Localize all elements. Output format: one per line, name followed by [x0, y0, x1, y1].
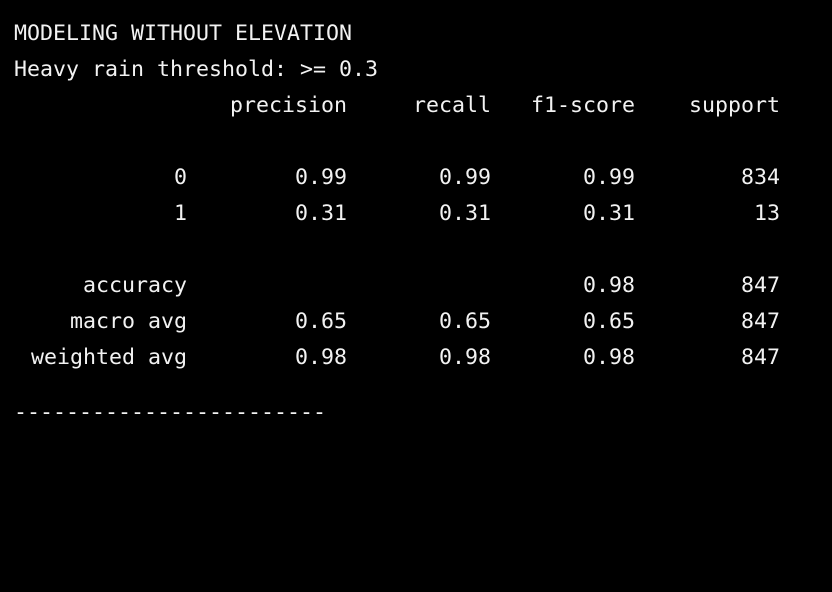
row-precision: 0.98	[294, 345, 347, 370]
row-label: weighted avg	[30, 345, 187, 370]
report-row-macro-avg: macro avg 0.65 0.65 0.65 847	[14, 304, 824, 340]
row-recall: 0.99	[438, 165, 491, 190]
row-f1-score: 0.98	[582, 273, 635, 298]
report-header-row: precision recall f1-score support	[14, 88, 824, 124]
row-recall: 0.98	[438, 345, 491, 370]
row-precision: 0.31	[294, 201, 347, 226]
row-precision: 0.65	[294, 309, 347, 334]
terminal-output: MODELING WITHOUT ELEVATION Heavy rain th…	[14, 16, 824, 428]
header-recall: recall	[412, 93, 491, 118]
row-support: 847	[740, 309, 780, 334]
header-f1-score: f1-score	[530, 93, 635, 118]
row-support: 13	[753, 201, 780, 226]
row-label: 1	[173, 201, 187, 226]
row-f1-score: 0.65	[582, 309, 635, 334]
threshold-line: Heavy rain threshold: >= 0.3	[14, 57, 379, 82]
row-support: 847	[740, 273, 780, 298]
row-support: 834	[740, 165, 780, 190]
report-row-class-0: 0 0.99 0.99 0.99 834	[14, 160, 824, 196]
row-f1-score: 0.98	[582, 345, 635, 370]
row-recall: 0.65	[438, 309, 491, 334]
row-f1-score: 0.31	[582, 201, 635, 226]
row-f1-score: 0.99	[582, 165, 635, 190]
report-row-class-1: 1 0.31 0.31 0.31 13	[14, 196, 824, 232]
row-recall: 0.31	[438, 201, 491, 226]
row-support: 847	[740, 345, 780, 370]
report-row-accuracy: accuracy 0.98 847	[14, 268, 824, 304]
row-precision: 0.99	[294, 165, 347, 190]
row-label: macro avg	[69, 309, 187, 334]
header-support: support	[688, 93, 780, 118]
model-title-line: MODELING WITHOUT ELEVATION	[14, 21, 353, 46]
row-label: accuracy	[82, 273, 187, 298]
report-row-weighted-avg: weighted avg 0.98 0.98 0.98 847	[14, 340, 824, 376]
separator-line: ------------------------	[14, 400, 327, 425]
row-label: 0	[173, 165, 187, 190]
header-precision: precision	[229, 93, 347, 118]
